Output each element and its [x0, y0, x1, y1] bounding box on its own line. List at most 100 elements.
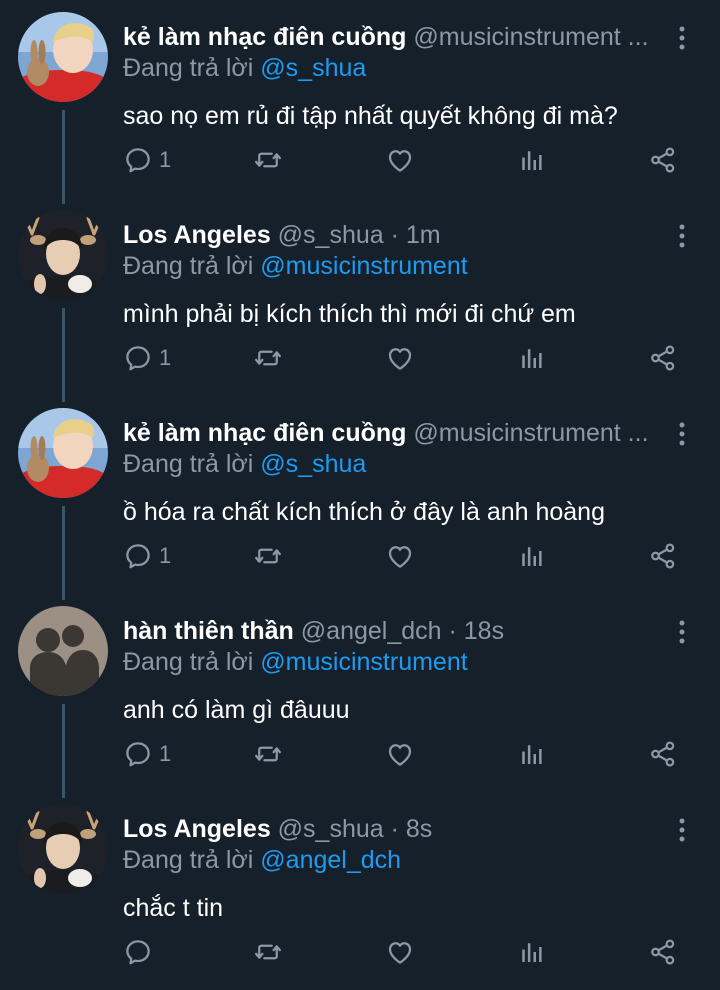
tweet[interactable]: Los Angeles @s_shua · 8s Đang trả lời @a…	[0, 792, 720, 990]
retweet-icon	[253, 937, 283, 967]
tweet-header: kẻ làm nhạc điên cuồng @musicinstrument …	[123, 22, 678, 52]
retweet-icon	[253, 343, 283, 373]
reply-button[interactable]: 1	[123, 536, 171, 576]
analytics-button[interactable]	[516, 140, 546, 180]
retweet-icon	[253, 145, 283, 175]
like-button[interactable]	[385, 734, 415, 774]
retweet-button[interactable]	[253, 140, 283, 180]
more-options-icon[interactable]	[672, 816, 692, 844]
tweet-text: anh có làm gì đâuuu	[123, 696, 350, 724]
heart-icon	[385, 541, 415, 571]
display-name[interactable]: Los Angeles	[123, 815, 271, 843]
more-options-icon[interactable]	[672, 420, 692, 448]
reply-prefix: Đang trả lời	[123, 450, 254, 478]
reply-prefix: Đang trả lời	[123, 54, 254, 82]
reply-button[interactable]: 1	[123, 338, 171, 378]
reply-button[interactable]	[123, 932, 159, 972]
tweet-actions: 1	[123, 536, 683, 576]
tweet-text: ồ hóa ra chất kích thích ở đây là anh ho…	[123, 498, 605, 526]
share-button[interactable]	[648, 932, 678, 972]
reply-prefix: Đang trả lời	[123, 252, 254, 280]
tweet-text: mình phải bị kích thích thì mới đi chứ e…	[123, 300, 576, 328]
tweet-header: Los Angeles @s_shua · 1m	[123, 220, 678, 250]
heart-icon	[385, 343, 415, 373]
analytics-button[interactable]	[516, 932, 546, 972]
display-name[interactable]: Los Angeles	[123, 221, 271, 249]
display-name[interactable]: kẻ làm nhạc điên cuồng	[123, 23, 406, 51]
heart-icon	[385, 937, 415, 967]
bunny-avatar-icon[interactable]	[18, 12, 108, 102]
tweet-actions: 1	[123, 734, 683, 774]
reply-prefix: Đang trả lời	[123, 846, 254, 874]
heart-icon	[385, 145, 415, 175]
reply-prefix: Đang trả lời	[123, 648, 254, 676]
reply-count: 1	[159, 147, 172, 172]
retweet-button[interactable]	[253, 734, 283, 774]
replying-to: Đang trả lời @musicinstrument	[123, 647, 468, 677]
more-options-icon[interactable]	[672, 618, 692, 646]
retweet-button[interactable]	[253, 932, 283, 972]
tweet-text: chắc t tin	[123, 894, 224, 922]
replying-to: Đang trả lời @s_shua	[123, 53, 366, 83]
tweet[interactable]: kẻ làm nhạc điên cuồng @musicinstrument …	[0, 396, 720, 594]
analytics-button[interactable]	[516, 734, 546, 774]
share-button[interactable]	[648, 734, 678, 774]
user-handle[interactable]: @angel_dch · 18s	[301, 617, 504, 645]
share-icon	[648, 541, 678, 571]
reply-count: 1	[159, 543, 172, 568]
tweet-header: Los Angeles @s_shua · 8s	[123, 814, 678, 844]
tweet-header: kẻ làm nhạc điên cuồng @musicinstrument …	[123, 418, 678, 448]
reply-icon	[123, 145, 153, 175]
analytics-icon	[516, 145, 546, 175]
analytics-icon	[516, 739, 546, 769]
deer-avatar-icon[interactable]	[18, 804, 108, 894]
reply-button[interactable]: 1	[123, 140, 171, 180]
like-button[interactable]	[385, 140, 415, 180]
shadow-avatar-icon[interactable]	[18, 606, 108, 696]
reply-icon	[123, 937, 153, 967]
share-button[interactable]	[648, 338, 678, 378]
reply-button[interactable]: 1	[123, 734, 171, 774]
reply-count: 1	[159, 741, 172, 766]
analytics-button[interactable]	[516, 536, 546, 576]
like-button[interactable]	[385, 536, 415, 576]
user-handle[interactable]: @s_shua · 1m	[278, 221, 441, 249]
reply-mention-link[interactable]: @s_shua	[260, 54, 366, 82]
more-options-icon[interactable]	[672, 24, 692, 52]
display-name[interactable]: hàn thiên thần	[123, 617, 294, 645]
retweet-button[interactable]	[253, 338, 283, 378]
share-button[interactable]	[648, 140, 678, 180]
reply-icon	[123, 343, 153, 373]
analytics-icon	[516, 937, 546, 967]
analytics-icon	[516, 541, 546, 571]
reply-mention-link[interactable]: @angel_dch	[260, 846, 401, 874]
reply-mention-link[interactable]: @musicinstrument	[260, 252, 467, 280]
retweet-button[interactable]	[253, 536, 283, 576]
like-button[interactable]	[385, 932, 415, 972]
like-button[interactable]	[385, 338, 415, 378]
deer-avatar-icon[interactable]	[18, 210, 108, 300]
retweet-icon	[253, 541, 283, 571]
replying-to: Đang trả lời @angel_dch	[123, 845, 401, 875]
tweet[interactable]: hàn thiên thần @angel_dch · 18s Đang trả…	[0, 594, 720, 792]
retweet-icon	[253, 739, 283, 769]
user-handle[interactable]: @musicinstrument ...	[413, 419, 648, 447]
reply-mention-link[interactable]: @s_shua	[260, 450, 366, 478]
share-icon	[648, 343, 678, 373]
user-handle[interactable]: @musicinstrument ...	[413, 23, 648, 51]
bunny-avatar-icon[interactable]	[18, 408, 108, 498]
display-name[interactable]: kẻ làm nhạc điên cuồng	[123, 419, 406, 447]
tweet[interactable]: kẻ làm nhạc điên cuồng @musicinstrument …	[0, 0, 720, 198]
share-icon	[648, 739, 678, 769]
tweet[interactable]: Los Angeles @s_shua · 1m Đang trả lời @m…	[0, 198, 720, 396]
tweet-actions: 1	[123, 338, 683, 378]
reply-mention-link[interactable]: @musicinstrument	[260, 648, 467, 676]
user-handle[interactable]: @s_shua · 8s	[278, 815, 433, 843]
share-icon	[648, 145, 678, 175]
share-button[interactable]	[648, 536, 678, 576]
analytics-button[interactable]	[516, 338, 546, 378]
more-options-icon[interactable]	[672, 222, 692, 250]
reply-icon	[123, 541, 153, 571]
tweet-actions	[123, 932, 683, 972]
tweet-actions: 1	[123, 140, 683, 180]
